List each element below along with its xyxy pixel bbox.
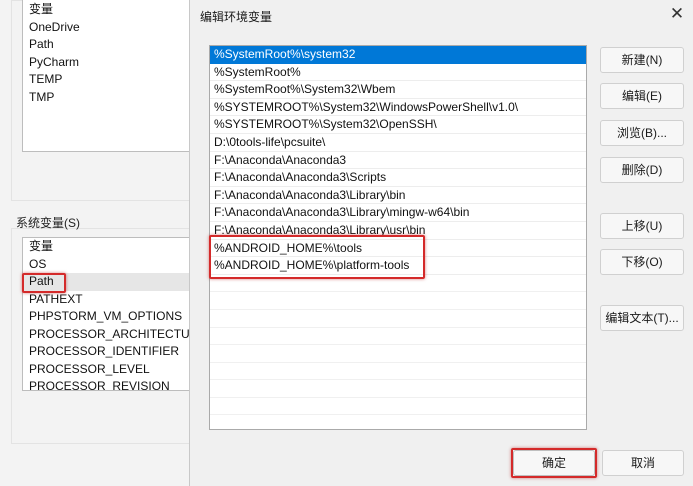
path-row[interactable]: F:\Anaconda\Anaconda3\Library\usr\bin xyxy=(210,222,586,240)
system-var-header: 变量 xyxy=(29,239,54,253)
list-item[interactable]: PROCESSOR_REVISION xyxy=(23,378,193,390)
move-up-button[interactable]: 上移(U) xyxy=(600,213,684,239)
system-variables-list[interactable]: 变量 OS Path PATHEXT PHPSTORM_VM_OPTIONS P… xyxy=(22,237,194,391)
path-row-android-tools[interactable]: %ANDROID_HOME%\tools xyxy=(210,240,586,258)
path-row[interactable]: %SystemRoot% xyxy=(210,64,586,82)
dialog-title: 编辑环境变量 xyxy=(200,10,273,24)
new-button[interactable]: 新建(N) xyxy=(600,47,684,73)
user-var-header: 变量 xyxy=(29,2,54,16)
path-list[interactable]: %SystemRoot%\system32 %SystemRoot% %Syst… xyxy=(209,45,587,430)
empty-row xyxy=(210,363,586,381)
list-item[interactable]: Path xyxy=(23,36,193,54)
move-down-button[interactable]: 下移(O) xyxy=(600,249,684,275)
path-row[interactable]: F:\Anaconda\Anaconda3\Scripts xyxy=(210,169,586,187)
path-row[interactable]: F:\Anaconda\Anaconda3\Library\bin xyxy=(210,187,586,205)
list-item[interactable]: PyCharm xyxy=(23,54,193,72)
cancel-button[interactable]: 取消 xyxy=(602,450,684,476)
path-row[interactable]: %SYSTEMROOT%\System32\WindowsPowerShell\… xyxy=(210,99,586,117)
empty-row xyxy=(210,398,586,416)
empty-row xyxy=(210,292,586,310)
path-row[interactable]: D:\0tools-life\pcsuite\ xyxy=(210,134,586,152)
path-row-android-platform-tools[interactable]: %ANDROID_HOME%\platform-tools xyxy=(210,257,586,275)
list-item[interactable]: TEMP xyxy=(23,71,193,89)
list-item[interactable]: PATHEXT xyxy=(23,291,193,309)
ok-button[interactable]: 确定 xyxy=(513,450,595,476)
path-row[interactable]: F:\Anaconda\Anaconda3\Library\mingw-w64\… xyxy=(210,204,586,222)
user-variables-list[interactable]: 变量 OneDrive Path PyCharm TEMP TMP xyxy=(22,0,194,152)
environment-variables-window: 变量 OneDrive Path PyCharm TEMP TMP 系统变量(S… xyxy=(0,0,194,486)
delete-button[interactable]: 删除(D) xyxy=(600,157,684,183)
list-item[interactable]: OS xyxy=(23,256,193,274)
list-item-path[interactable]: Path xyxy=(23,273,193,291)
list-item[interactable]: OneDrive xyxy=(23,19,193,37)
empty-row xyxy=(210,310,586,328)
edit-button[interactable]: 编辑(E) xyxy=(600,83,684,109)
empty-row xyxy=(210,380,586,398)
empty-row xyxy=(210,328,586,346)
close-icon[interactable]: ✕ xyxy=(665,2,689,26)
system-variables-label: 系统变量(S) xyxy=(16,216,80,230)
path-row[interactable]: %SystemRoot%\System32\Wbem xyxy=(210,81,586,99)
list-item[interactable]: PROCESSOR_IDENTIFIER xyxy=(23,343,193,361)
path-row[interactable]: F:\Anaconda\Anaconda3 xyxy=(210,152,586,170)
edit-text-button[interactable]: 编辑文本(T)... xyxy=(600,305,684,331)
list-item[interactable]: PROCESSOR_ARCHITECTURE xyxy=(23,326,193,344)
list-item[interactable]: PROCESSOR_LEVEL xyxy=(23,361,193,379)
edit-environment-variable-dialog: 编辑环境变量 ✕ %SystemRoot%\system32 %SystemRo… xyxy=(189,0,693,486)
list-item[interactable]: TMP xyxy=(23,89,193,107)
empty-row xyxy=(210,345,586,363)
path-row-selected[interactable]: %SystemRoot%\system32 xyxy=(210,46,586,64)
path-row[interactable]: %SYSTEMROOT%\System32\OpenSSH\ xyxy=(210,116,586,134)
list-item[interactable]: PHPSTORM_VM_OPTIONS xyxy=(23,308,193,326)
browse-button[interactable]: 浏览(B)... xyxy=(600,120,684,146)
empty-row xyxy=(210,275,586,293)
